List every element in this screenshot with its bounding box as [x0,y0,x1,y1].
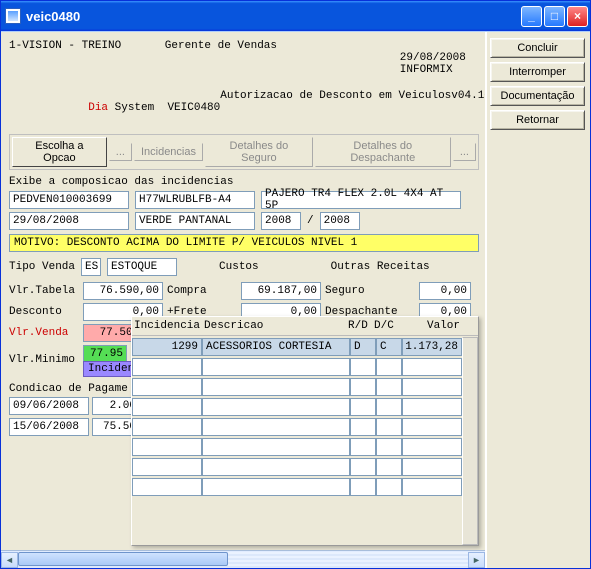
scroll-thumb[interactable] [18,552,228,566]
concluir-button[interactable]: Concluir [490,38,585,58]
table-row[interactable]: 1299 ACESSORIOS CORTESIA D C 1.173,28 [132,337,478,357]
table-row[interactable] [132,417,478,437]
retornar-button[interactable]: Retornar [490,110,585,130]
escolha-opcao-button[interactable]: Escolha a Opcao [12,137,107,167]
table-row[interactable] [132,377,478,397]
field-ano2[interactable]: 2008 [320,212,360,230]
col-valor: Valor [400,320,460,332]
label-desconto: Desconto [9,306,79,318]
col-incidencia: Incidencia [134,320,204,332]
header-role: Gerente de Vendas [165,40,277,88]
table-row[interactable] [132,457,478,477]
label-seguro: Seguro [325,285,415,297]
table-row[interactable] [132,477,478,497]
incidencias-panel: Incidencia Descricao R/D D/C Valor 1299 … [131,316,479,546]
interromper-button[interactable]: Interromper [490,62,585,82]
documentacao-button[interactable]: Documentação [490,86,585,106]
pay-date-0[interactable]: 09/06/2008 [9,397,89,415]
toolbar-incidencias[interactable]: Incidencias [134,143,203,161]
field-cor[interactable]: VERDE PANTANAL [135,212,255,230]
header-program: System VEIC0480 [108,102,220,114]
cell-rd[interactable]: D [350,338,376,356]
header-system: 1-VISION - TREINO [9,40,121,88]
header-db: INFORMIX [400,64,453,76]
scroll-left-icon[interactable]: ◄ [1,552,18,568]
maximize-button[interactable]: □ [544,6,565,27]
header-dia: Dia [88,102,108,114]
toolbar-detalhes-seguro[interactable]: Detalhes do Seguro [205,137,313,167]
cell-valor[interactable]: 1.173,28 [402,338,462,356]
label-outras-receitas: Outras Receitas [331,261,430,273]
minimize-button[interactable]: _ [521,6,542,27]
header-date: 29/08/2008 [400,52,466,64]
label-vlr-minimo: Vlr.Minimo [9,354,79,366]
col-dc: D/C [374,320,400,332]
label-custos: Custos [219,261,259,273]
toolbar-trail[interactable]: ... [453,143,476,161]
field-tipo-venda-desc[interactable]: ESTOQUE [107,258,177,276]
scroll-right-icon[interactable]: ► [468,552,485,568]
field-compra[interactable]: 69.187,00 [241,282,321,300]
status-line: Exibe a composicao das incidencias [9,176,479,188]
table-row[interactable] [132,397,478,417]
label-tipo-venda: Tipo Venda [9,261,75,273]
header-version: v04.10.04 [451,90,485,126]
cell-dc[interactable]: C [376,338,402,356]
horizontal-scrollbar[interactable]: ◄ ► [1,550,485,568]
incidencias-vscroll[interactable] [462,337,478,545]
col-rd: R/D [348,320,374,332]
field-chassi[interactable]: H77WLRUBLFB-A4 [135,191,255,209]
field-pedido[interactable]: PEDVEN010003699 [9,191,129,209]
table-row[interactable] [132,357,478,377]
field-seguro[interactable]: 0,00 [419,282,471,300]
pay-date-1[interactable]: 15/06/2008 [9,418,89,436]
toolbar-detalhes-despachante[interactable]: Detalhes do Despachante [315,137,451,167]
field-data[interactable]: 29/08/2008 [9,212,129,230]
label-compra: Compra [167,285,237,297]
label-vlr-tabela: Vlr.Tabela [9,285,79,297]
toolbar: Escolha a Opcao ... Incidencias Detalhes… [9,134,479,170]
field-ano1[interactable]: 2008 [261,212,301,230]
cell-incidencia[interactable]: 1299 [132,338,202,356]
toolbar-dots[interactable]: ... [109,143,132,161]
header-title: Autorizacao de Desconto em Veiculos [220,90,451,126]
close-button[interactable]: × [567,6,588,27]
app-icon [5,8,21,24]
col-descricao: Descricao [204,320,348,332]
ano-sep: / [307,215,314,227]
side-panel: Concluir Interromper Documentação Retorn… [485,32,590,568]
window-title: veic0480 [26,9,80,24]
field-vlr-tabela[interactable]: 76.590,00 [83,282,163,300]
motivo-banner: MOTIVO: DESCONTO ACIMA DO LIMITE P/ VEIC… [9,234,479,252]
table-row[interactable] [132,437,478,457]
field-tipo-venda-code[interactable]: ES [81,258,101,276]
label-vlr-venda: Vlr.Venda [9,327,79,339]
cell-descricao[interactable]: ACESSORIOS CORTESIA [202,338,350,356]
field-modelo[interactable]: PAJERO TR4 FLEX 2.0L 4X4 AT 5P [261,191,461,209]
